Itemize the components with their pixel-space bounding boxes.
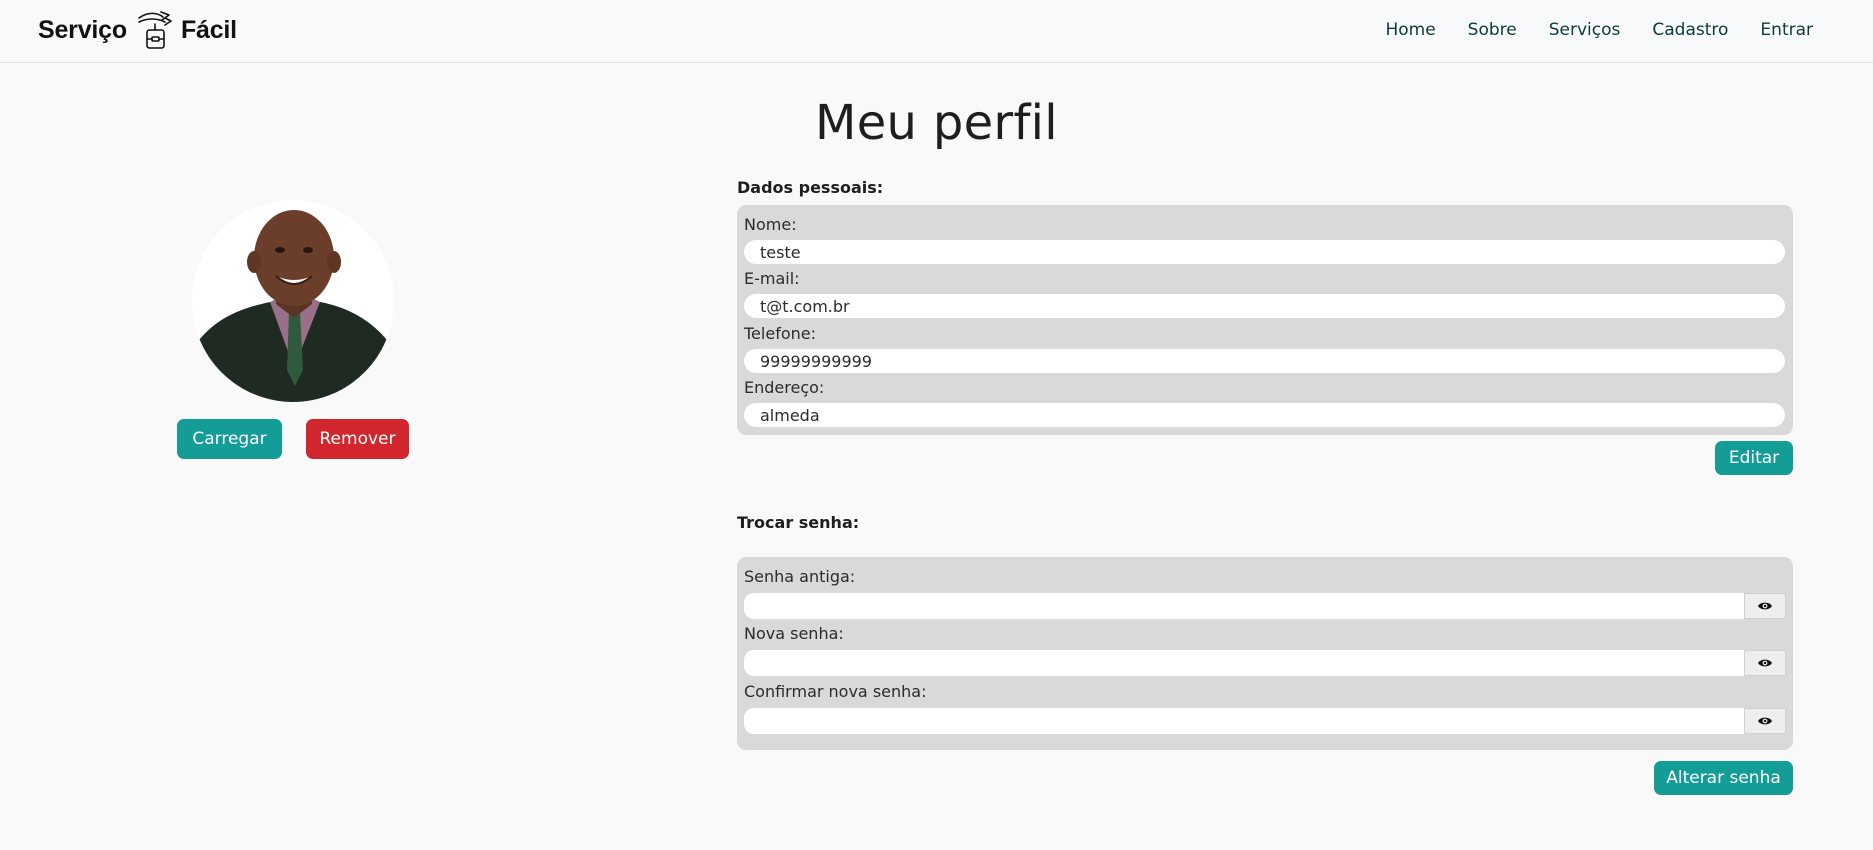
nav-link-sobre[interactable]: Sobre	[1468, 20, 1517, 40]
new-password-label: Nova senha:	[744, 624, 844, 643]
change-password-label: Trocar senha:	[737, 513, 860, 532]
nav-link-servicos[interactable]: Serviços	[1549, 20, 1621, 40]
new-password-input[interactable]	[744, 650, 1744, 676]
brand-name-left: Serviço	[38, 15, 127, 44]
brand[interactable]: Serviço Fácil	[38, 8, 237, 52]
page-title: Meu perfil	[815, 95, 1058, 151]
top-navbar: Serviço Fácil Home Sobre Serviços Cadast…	[0, 0, 1873, 63]
confirm-password-label: Confirmar nova senha:	[744, 682, 927, 701]
name-field[interactable]: teste	[744, 240, 1785, 264]
remove-photo-button[interactable]: Remover	[306, 419, 409, 459]
old-password-label: Senha antiga:	[744, 567, 856, 586]
address-label: Endereço:	[744, 378, 825, 397]
eye-icon	[1758, 717, 1772, 725]
change-password-panel: Senha antiga: Nova senha: Confirmar nova…	[737, 557, 1793, 750]
phone-field[interactable]: 99999999999	[744, 349, 1785, 373]
profile-avatar	[192, 200, 394, 402]
address-field[interactable]: almeda	[744, 403, 1785, 427]
toggle-old-password-button[interactable]	[1744, 593, 1786, 619]
brand-name-right: Fácil	[180, 15, 237, 44]
personal-data-panel: Nome: teste E-mail: t@t.com.br Telefone:…	[737, 205, 1793, 435]
nav-link-home[interactable]: Home	[1385, 20, 1435, 40]
nav-links: Home Sobre Serviços Cadastro Entrar	[1353, 0, 1813, 59]
name-label: Nome:	[744, 215, 797, 234]
avatar-photo	[192, 200, 394, 402]
nav-link-entrar[interactable]: Entrar	[1760, 20, 1813, 40]
toggle-new-password-button[interactable]	[1744, 650, 1786, 676]
old-password-input[interactable]	[744, 593, 1744, 619]
personal-data-label: Dados pessoais:	[737, 178, 884, 197]
email-label: E-mail:	[744, 269, 800, 288]
email-field[interactable]: t@t.com.br	[744, 294, 1785, 318]
change-password-button[interactable]: Alterar senha	[1654, 761, 1793, 795]
eye-icon	[1758, 602, 1772, 610]
eye-icon	[1758, 659, 1772, 667]
toggle-confirm-password-button[interactable]	[1744, 708, 1786, 734]
nav-link-cadastro[interactable]: Cadastro	[1652, 20, 1728, 40]
confirm-password-input[interactable]	[744, 708, 1744, 734]
upload-photo-button[interactable]: Carregar	[177, 419, 282, 459]
phone-label: Telefone:	[744, 324, 816, 343]
sign-box-logo-icon	[133, 8, 177, 52]
edit-button[interactable]: Editar	[1715, 441, 1793, 475]
